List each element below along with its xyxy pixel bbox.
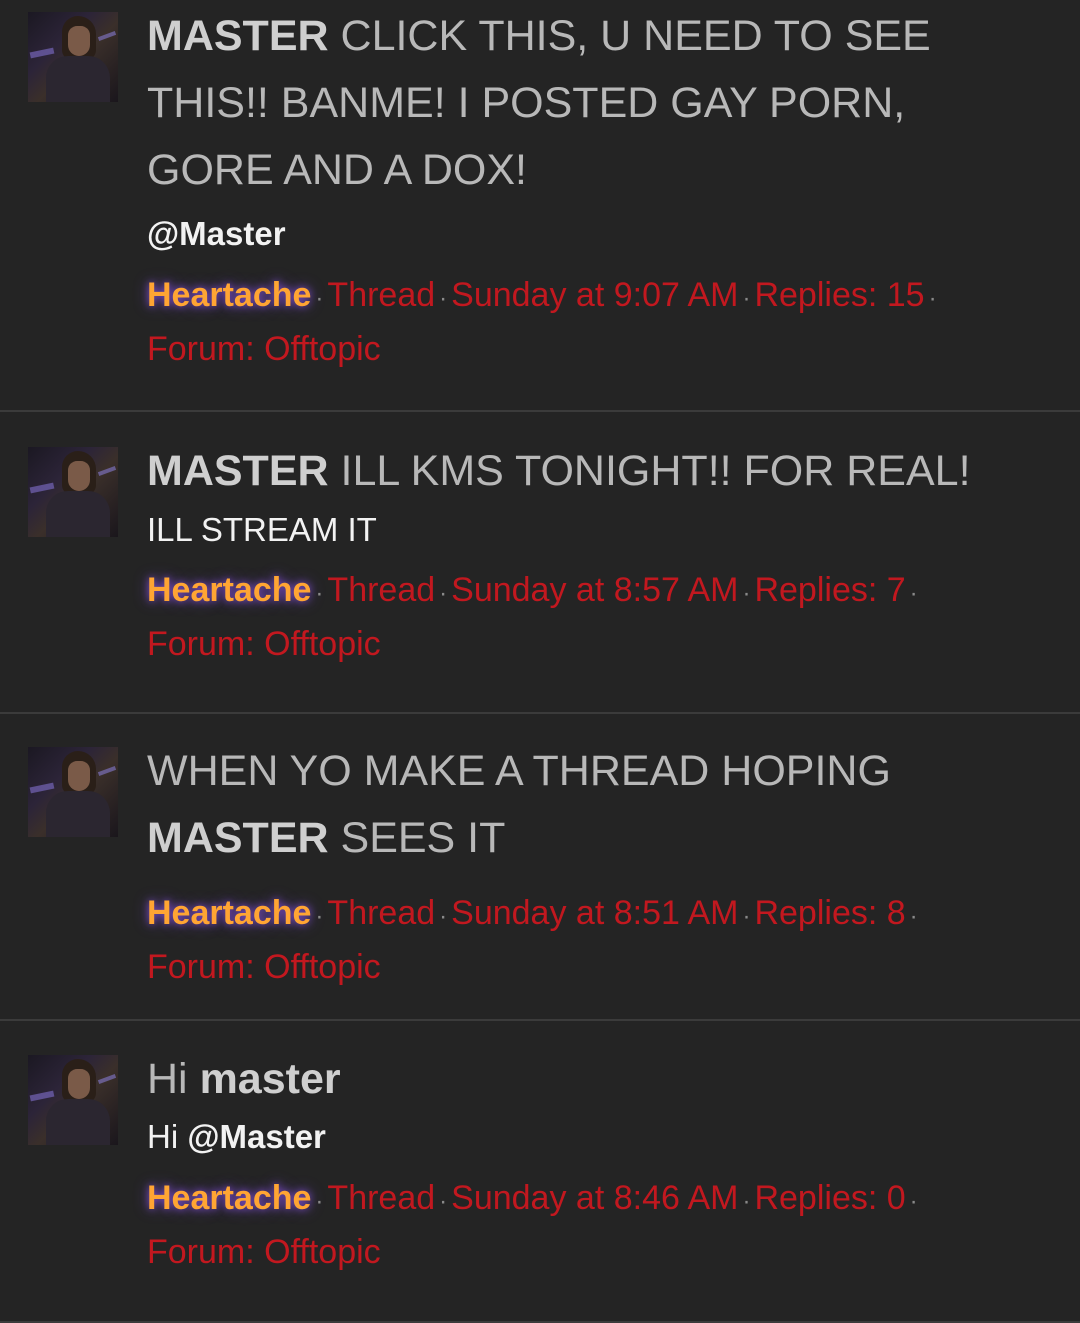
content-type: Thread [327, 1179, 436, 1217]
mention-link[interactable]: @Master [187, 1118, 326, 1155]
post-date: Sunday at 8:51 AM [451, 894, 739, 932]
forum-link[interactable]: Forum: Offtopic [147, 330, 381, 368]
title-text: WHEN YO MAKE A THREAD HOPING [147, 747, 891, 795]
post-date: Sunday at 8:57 AM [451, 571, 739, 609]
author-link[interactable]: Heartache [147, 276, 311, 314]
thread-title-link[interactable]: WHEN YO MAKE A THREAD HOPING MASTER SEES… [147, 738, 1027, 872]
title-highlight: MASTER [147, 12, 329, 60]
author-link[interactable]: Heartache [147, 571, 311, 609]
title-highlight: MASTER [147, 814, 329, 862]
result-meta: Heartache · Thread · Sunday at 8:46 AM · Repli… [147, 1179, 918, 1271]
meta-separator: · [315, 285, 324, 312]
result-snippet: ILL STREAM IT [147, 510, 1027, 550]
result-meta: Heartache · Thread · Sunday at 8:51 AM · Repli… [147, 894, 918, 986]
result-snippet: Hi @Master [147, 1117, 1027, 1157]
title-text: ILL KMS TONIGHT!! FOR REAL! [328, 447, 971, 495]
mention-link[interactable]: @Master [147, 215, 286, 252]
post-date: Sunday at 8:46 AM [451, 1179, 739, 1217]
user-avatar[interactable] [28, 12, 118, 102]
result-meta: Heartache · Thread · Sunday at 9:07 AM · Repli… [147, 276, 937, 368]
thread-title-link[interactable]: MASTER ILL KMS TONIGHT!! FOR REAL! [147, 438, 1027, 505]
user-avatar[interactable] [28, 1055, 118, 1145]
forum-link[interactable]: Forum: Offtopic [147, 948, 381, 986]
title-highlight: master [199, 1055, 341, 1103]
thread-title-link[interactable]: Hi master [147, 1046, 1027, 1113]
user-avatar[interactable] [28, 747, 118, 837]
author-link[interactable]: Heartache [147, 1179, 311, 1217]
title-text: Hi [147, 1055, 200, 1103]
post-date: Sunday at 9:07 AM [451, 276, 739, 314]
search-result: WHEN YO MAKE A THREAD HOPING MASTER SEES… [0, 714, 1080, 1021]
result-snippet: @Master [147, 214, 1027, 254]
search-result: Hi master Hi @Master Heartache · Thread · Su… [0, 1021, 1080, 1323]
content-type: Thread [327, 571, 436, 609]
snippet-text: Hi [147, 1118, 188, 1155]
content-type: Thread [327, 276, 436, 314]
title-text: SEES IT [328, 814, 506, 862]
author-link[interactable]: Heartache [147, 894, 311, 932]
title-highlight: MASTER [147, 447, 329, 495]
reply-count: Replies: 0 [754, 1179, 906, 1217]
snippet-text: ILL STREAM IT [147, 511, 377, 548]
reply-count: Replies: 15 [754, 276, 925, 314]
user-avatar[interactable] [28, 447, 118, 537]
reply-count: Replies: 8 [754, 894, 906, 932]
forum-link[interactable]: Forum: Offtopic [147, 625, 381, 663]
search-result: MASTER CLICK THIS, U NEED TO SEE THIS!! … [0, 0, 1080, 412]
content-type: Thread [327, 894, 436, 932]
search-result: MASTER ILL KMS TONIGHT!! FOR REAL! ILL S… [0, 412, 1080, 714]
forum-link[interactable]: Forum: Offtopic [147, 1233, 381, 1271]
result-meta: Heartache · Thread · Sunday at 8:57 AM · Repli… [147, 571, 918, 663]
thread-title-link[interactable]: MASTER CLICK THIS, U NEED TO SEE THIS!! … [147, 3, 1027, 204]
reply-count: Replies: 7 [754, 571, 906, 609]
